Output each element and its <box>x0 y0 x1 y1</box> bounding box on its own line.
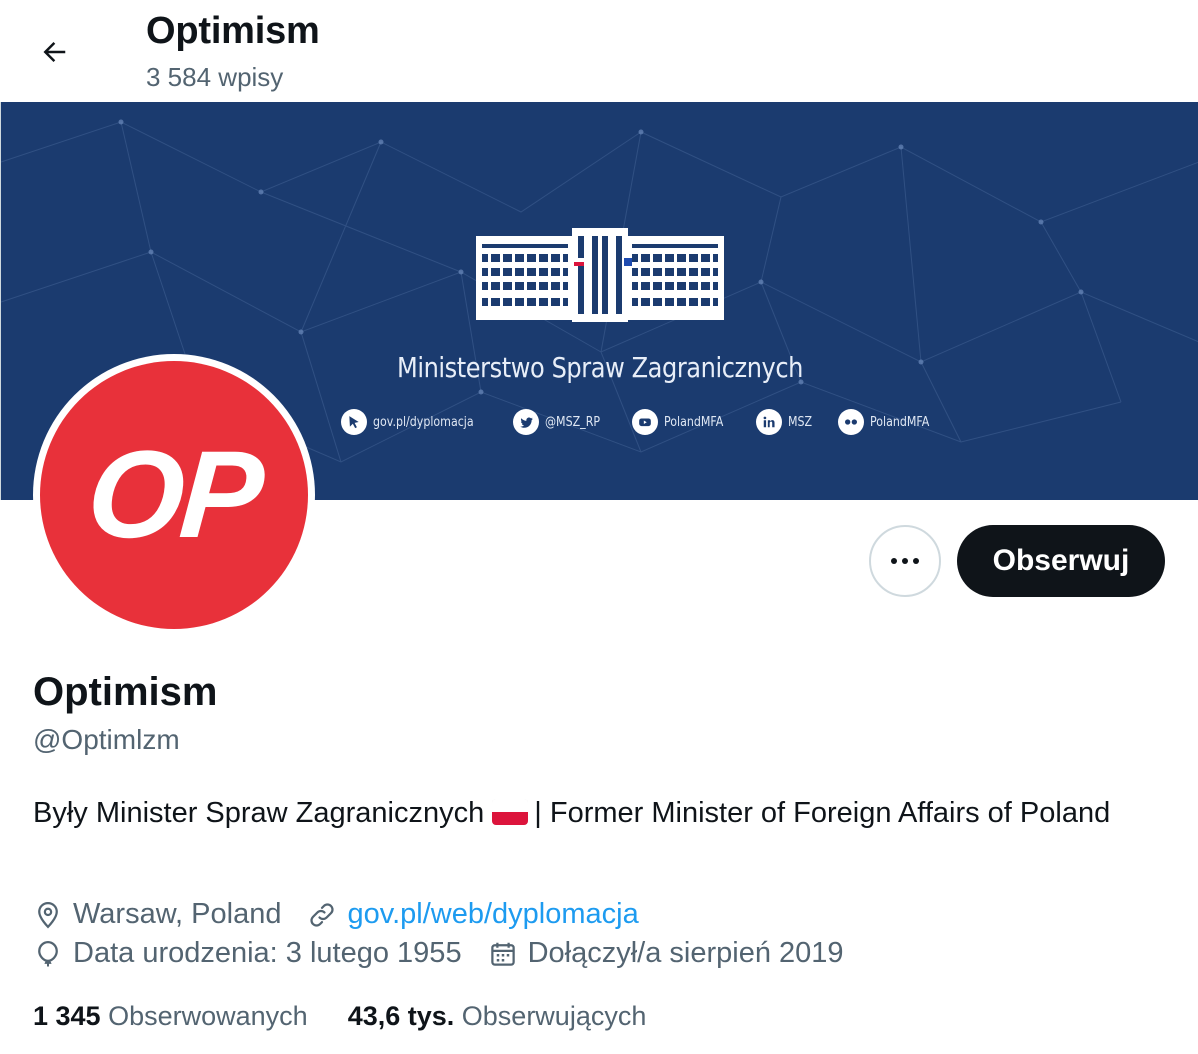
profile-bio: Były Minister Spraw Zagranicznych | Forme… <box>33 793 1153 833</box>
profile-name: Optimism <box>33 670 218 714</box>
social-linkedin: MSZ <box>755 409 816 435</box>
poland-flag-icon <box>492 799 529 825</box>
followers-label: Obserwujących <box>461 1001 647 1031</box>
social-youtube: PolandMFA <box>632 409 734 435</box>
followers-stat[interactable]: 43,6 tys. Obserwujących <box>348 1001 647 1032</box>
youtube-icon <box>632 409 659 435</box>
balloon-icon <box>38 940 58 966</box>
more-dots-icon <box>891 558 919 564</box>
website[interactable]: gov.pl/web/dyplomacja <box>307 898 639 931</box>
join-date: Dołączył/a sierpień 2019 <box>488 937 844 970</box>
social-flickr: PolandMFA <box>838 409 940 435</box>
top-bar: Optimism 3 584 wpisy <box>0 0 1198 102</box>
back-button[interactable] <box>30 28 78 76</box>
avatar[interactable]: OP <box>33 354 315 636</box>
bio-text-pl: Były Minister Spraw Zagranicznych <box>33 797 485 829</box>
profile-handle: @Optimlzm <box>33 724 180 755</box>
following-stat[interactable]: 1 345 Obserwowanych <box>33 1001 308 1032</box>
profile-meta-row-2: Data urodzenia: 3 lutego 1955 Dołączył/a… <box>33 937 870 970</box>
follow-button[interactable]: Obserwuj <box>957 525 1165 597</box>
banner-socials: gov.pl/dyplomacja @MSZ_RP PolandMFA MSZ … <box>341 409 962 435</box>
followers-count: 43,6 tys. <box>347 1001 455 1031</box>
more-options-button[interactable] <box>869 525 941 597</box>
following-count: 1 345 <box>33 1001 101 1031</box>
calendar-icon <box>490 942 515 966</box>
avatar-image: OP <box>40 361 308 629</box>
birthday: Data urodzenia: 3 lutego 1955 <box>33 937 462 970</box>
avatar-logo-text: OP <box>83 426 265 564</box>
cursor-icon <box>341 409 367 435</box>
social-twitter: @MSZ_RP <box>513 409 610 435</box>
following-label: Obserwowanych <box>108 1001 308 1031</box>
post-count: 3 584 wpisy <box>146 62 284 92</box>
ministry-building-logo <box>476 228 724 322</box>
bio-text-en: | Former Minister of Foreign Affairs of … <box>534 797 1111 829</box>
linkedin-icon <box>755 409 782 435</box>
twitter-icon <box>513 409 540 435</box>
flickr-icon <box>838 409 865 435</box>
arrow-left-icon <box>43 42 66 62</box>
location: Warsaw, Poland <box>33 898 281 931</box>
location-text: Warsaw, Poland <box>73 898 282 930</box>
birthday-text: Data urodzenia: 3 lutego 1955 <box>73 937 462 969</box>
social-gov-link: gov.pl/dyplomacja <box>341 409 491 435</box>
follow-stats: 1 345 Obserwowanych 43,6 tys. Obserwując… <box>33 1001 686 1032</box>
join-date-text: Dołączył/a sierpień 2019 <box>527 937 844 969</box>
location-pin-icon <box>38 901 58 928</box>
website-link[interactable]: gov.pl/web/dyplomacja <box>347 898 638 931</box>
header-title: Optimism <box>146 10 320 52</box>
profile-meta-row-1: Warsaw, Poland gov.pl/web/dyplomacja <box>33 898 665 931</box>
link-icon <box>310 902 335 927</box>
